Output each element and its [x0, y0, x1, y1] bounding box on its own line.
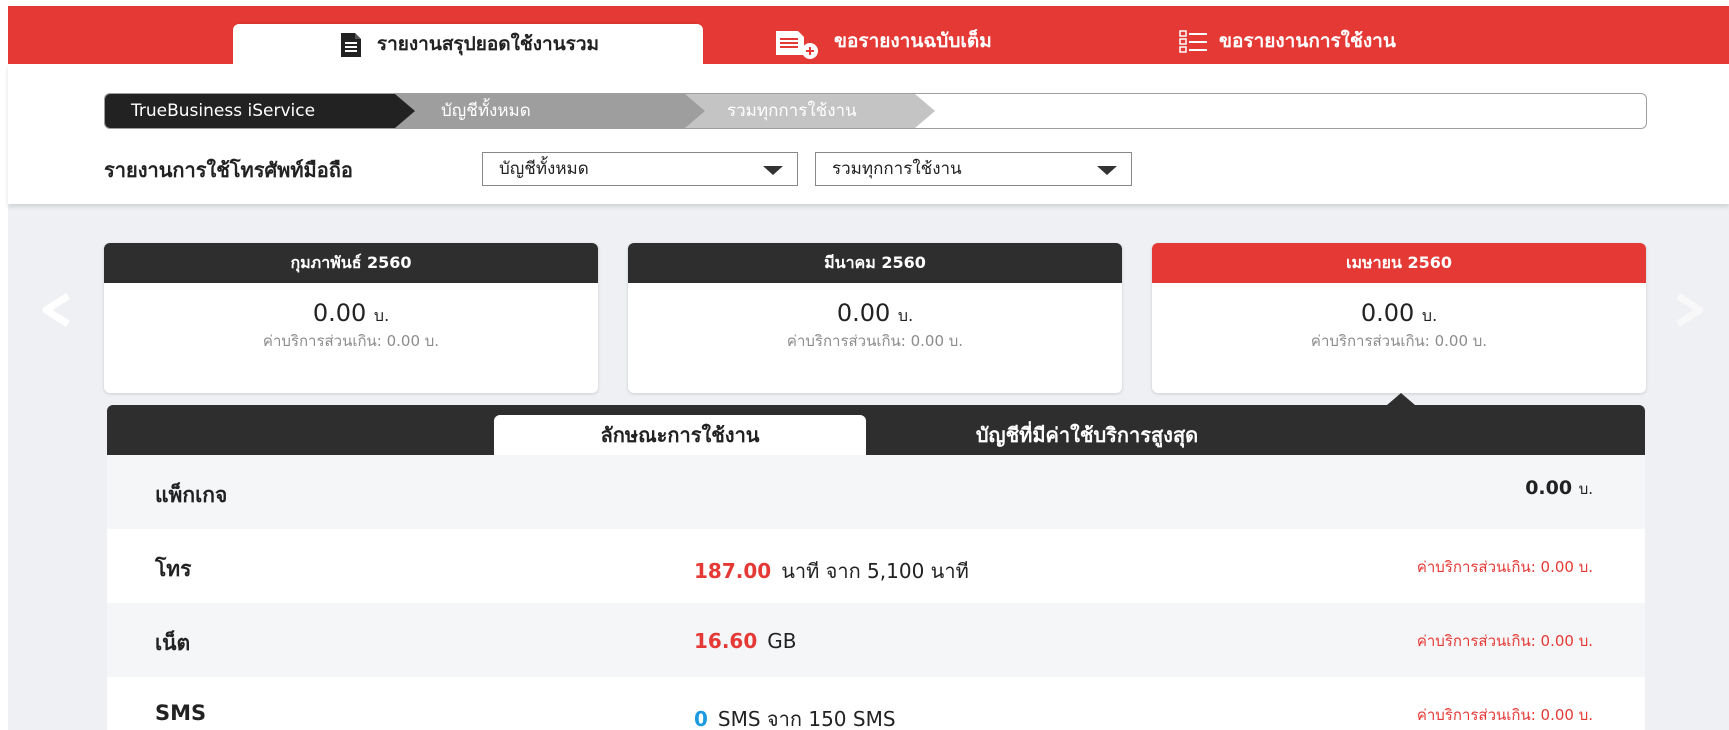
row-label: เน็ต — [155, 631, 191, 655]
data-usage: 16.60 GB — [694, 629, 797, 653]
tab-usage-report-label: ขอรายงานการใช้งาน — [1219, 30, 1396, 52]
document-icon — [337, 32, 365, 57]
tab-summary-label: รายงานสรุปยอดใช้งานรวม — [376, 33, 600, 55]
selected-month-pointer — [1387, 393, 1415, 405]
call-overage: ค่าบริการส่วนเกิน: 0.00 บ. — [1416, 558, 1593, 576]
month-overage: ค่าบริการส่วนเกิน: 0.00 บ. — [262, 332, 440, 350]
month-title: กุมภาพันธ์ 2560 — [104, 243, 598, 283]
tab-summary-report[interactable]: รายงานสรุปยอดใช้งานรวม — [233, 24, 703, 64]
breadcrumb-item-all-usage[interactable]: รวมทุกการใช้งาน — [685, 94, 935, 128]
month-card-mar[interactable]: มีนาคม 2560 0.00 บ. ค่าบริการส่วนเกิน: 0… — [628, 243, 1122, 393]
breadcrumb-item-trueb[interactable]: TrueBusiness iService — [105, 94, 415, 128]
month-title: เมษายน 2560 — [1152, 243, 1646, 283]
month-overage: ค่าบริการส่วนเกิน: 0.00 บ. — [1310, 332, 1488, 350]
row-label: โทร — [155, 557, 192, 581]
prev-arrow-icon[interactable] — [38, 290, 78, 330]
document-add-icon — [774, 29, 822, 59]
usage-row-call: โทร 187.00 นาที จาก 5,100 นาที ค่าบริการส… — [107, 529, 1645, 603]
usage-detail-panel: ลักษณะการใช้งาน บัญชีที่มีค่าใช้บริการสู… — [107, 405, 1645, 730]
tab-top-cost-accounts[interactable]: บัญชีที่มีค่าใช้บริการสูงสุด — [887, 415, 1287, 455]
tab-full-report[interactable]: ขอรายงานฉบับเต็ม — [774, 18, 992, 64]
month-card-apr[interactable]: เมษายน 2560 0.00 บ. ค่าบริการส่วนเกิน: 0… — [1152, 243, 1646, 393]
breadcrumb: TrueBusiness iService บัญชีทั้งหมด รวมทุ… — [104, 93, 1647, 129]
month-amount: 0.00 บ. — [836, 299, 914, 327]
month-amount: 0.00 บ. — [312, 299, 390, 327]
data-overage: ค่าบริการส่วนเกิน: 0.00 บ. — [1416, 632, 1593, 650]
usage-select[interactable]: รวมทุกการใช้งาน — [815, 152, 1132, 186]
detail-tab-bar: ลักษณะการใช้งาน บัญชีที่มีค่าใช้บริการสู… — [107, 405, 1645, 455]
list-icon — [1179, 29, 1207, 53]
account-select[interactable]: บัญชีทั้งหมด — [482, 152, 798, 186]
month-title: มีนาคม 2560 — [628, 243, 1122, 283]
row-label: SMS — [155, 701, 207, 725]
usage-select-value: รวมทุกการใช้งาน — [832, 159, 962, 179]
next-arrow-icon[interactable] — [1668, 290, 1708, 330]
month-overage: ค่าบริการส่วนเกิน: 0.00 บ. — [786, 332, 964, 350]
tab-usage-report[interactable]: ขอรายงานการใช้งาน — [1179, 18, 1396, 64]
package-amount: 0.00 บ. — [1525, 477, 1593, 499]
chevron-down-icon — [1097, 166, 1117, 175]
month-amount: 0.00 บ. — [1360, 299, 1438, 327]
month-card-feb[interactable]: กุมภาพันธ์ 2560 0.00 บ. ค่าบริการส่วนเกิ… — [104, 243, 598, 393]
chevron-down-icon — [763, 166, 783, 175]
row-label: แพ็กเกจ — [155, 483, 228, 507]
account-select-value: บัญชีทั้งหมด — [499, 159, 589, 179]
call-usage: 187.00 นาที จาก 5,100 นาที — [694, 559, 969, 583]
sms-overage: ค่าบริการส่วนเกิน: 0.00 บ. — [1416, 706, 1593, 724]
breadcrumb-item-all-accounts[interactable]: บัญชีทั้งหมด — [395, 94, 705, 128]
tab-full-report-label: ขอรายงานฉบับเต็ม — [834, 30, 992, 52]
usage-row-data: เน็ต 16.60 GB ค่าบริการส่วนเกิน: 0.00 บ. — [107, 603, 1645, 677]
sms-usage: 0 SMS จาก 150 SMS — [694, 707, 896, 730]
report-title: รายงานการใช้โทรศัพท์มือถือ — [104, 158, 353, 182]
usage-row-package: แพ็กเกจ 0.00 บ. — [107, 455, 1645, 529]
usage-row-sms: SMS 0 SMS จาก 150 SMS ค่าบริการส่วนเกิน: … — [107, 677, 1645, 730]
tab-usage-type[interactable]: ลักษณะการใช้งาน — [494, 415, 866, 455]
